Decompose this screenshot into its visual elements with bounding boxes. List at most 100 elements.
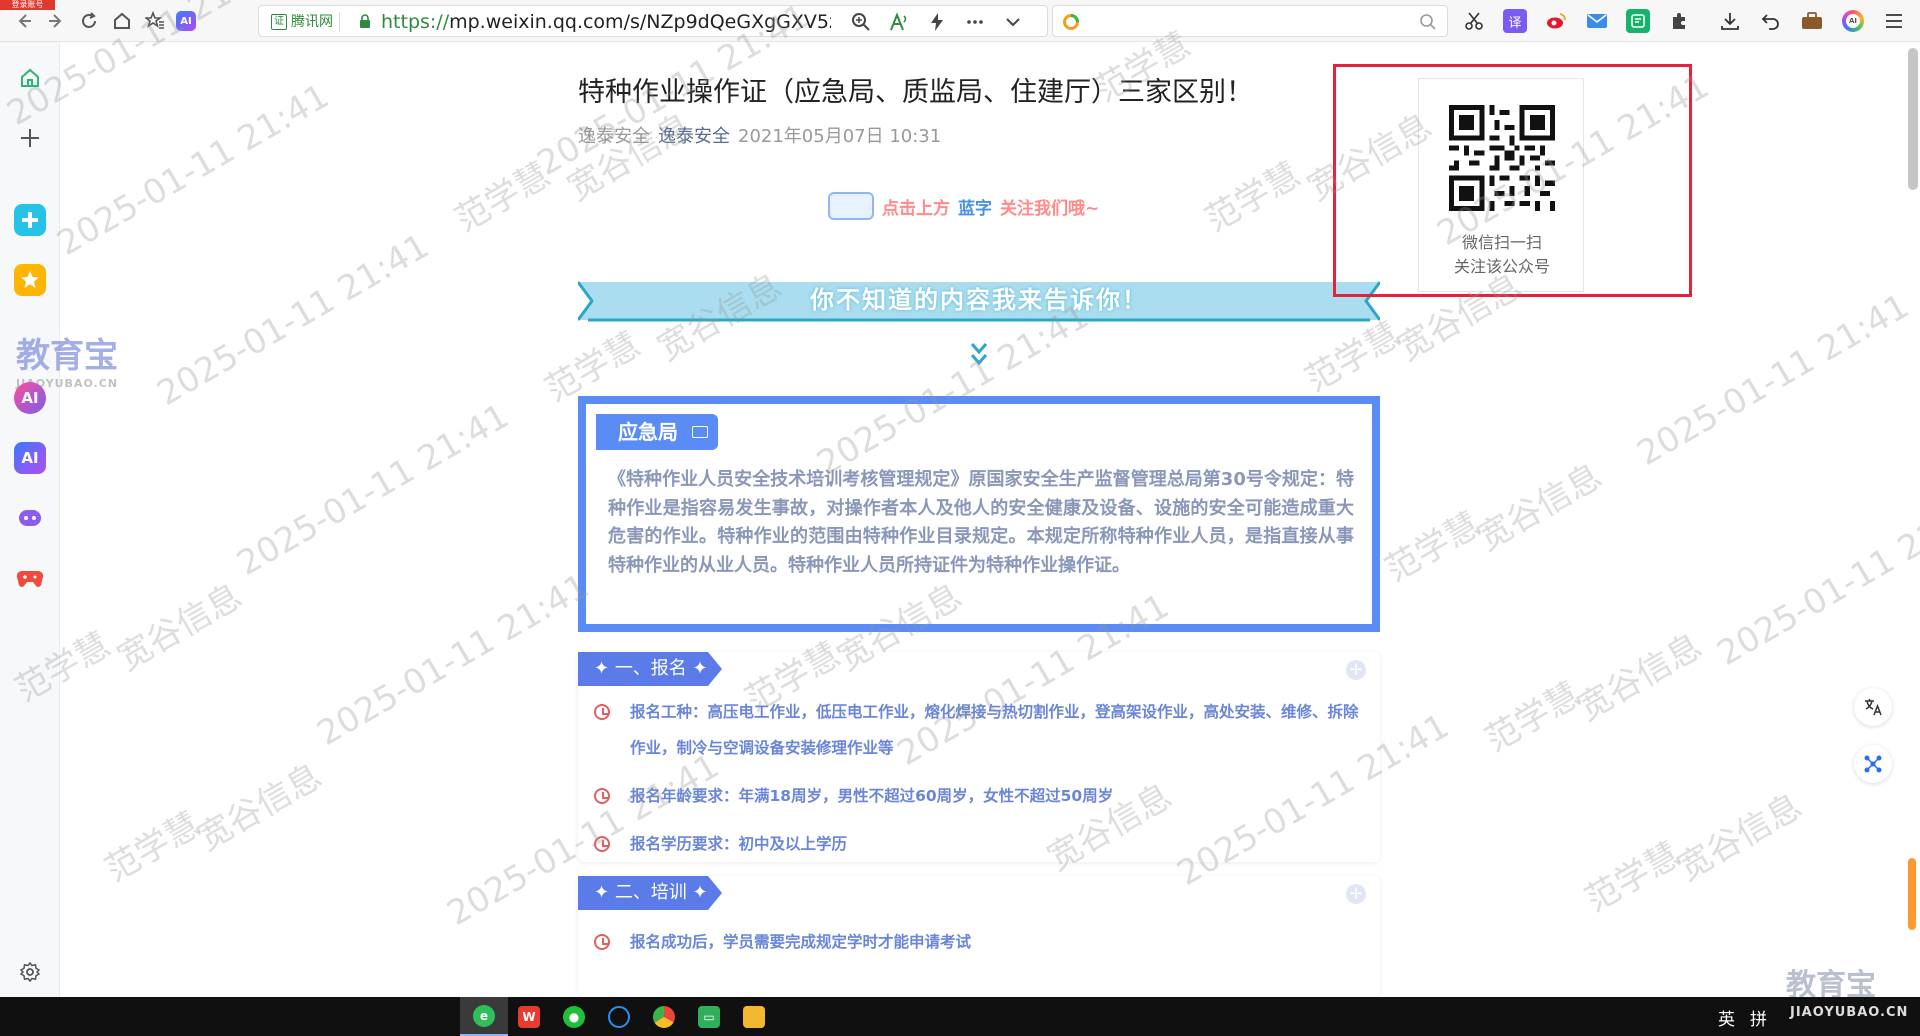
follow-text-1: 点击上方 (882, 198, 950, 219)
watermark-text: 宽谷信息 (1570, 626, 1709, 729)
sidebar-app-plus-icon[interactable] (14, 204, 46, 236)
chevron-down-icon[interactable] (1001, 10, 1025, 34)
mail-icon[interactable] (1585, 9, 1609, 33)
list-item-text: 报名工种：高压电工作业，低压电工作业，熔化焊接与热切割作业，登高架设作业，高处安… (630, 703, 1359, 757)
sidebar-star-icon[interactable] (14, 264, 46, 296)
list-item: 报名成功后，学员需要完成规定学时才能申请考试 (594, 924, 1366, 960)
notes-icon[interactable] (1626, 9, 1650, 33)
double-chevron-icon (970, 343, 988, 366)
section-tag: ✦ 二、培训 ✦ (578, 876, 722, 910)
download-icon[interactable] (1718, 9, 1742, 33)
search-icon[interactable] (1419, 13, 1437, 31)
list-item-text: 报名成功后，学员需要完成规定学时才能申请考试 (630, 933, 972, 951)
toolbox-icon[interactable] (1800, 9, 1824, 33)
article-content: 特种作业操作证（应急局、质监局、住建厅）三家区别！ 逸泰安全 逸泰安全 2021年0… (578, 42, 1380, 997)
ticket-icon (692, 426, 708, 438)
watermark-text: 范学慧 (1378, 504, 1487, 591)
sidebar-add-icon[interactable] (14, 122, 46, 154)
favorites-icon[interactable] (143, 9, 167, 33)
watermark-text: 2025-01-11 21:41 (1710, 486, 1920, 674)
ai-avatar-icon[interactable]: AI (1841, 9, 1865, 33)
sidebar-ai-square-icon[interactable]: AI (14, 442, 46, 474)
taskbar-wechat-app[interactable]: ● (550, 997, 598, 1036)
watermark-text: 2025-01-11 21:41 (1630, 286, 1916, 474)
taskbar-wps-app[interactable]: W (505, 997, 553, 1036)
plus-circle-icon[interactable]: + (1346, 884, 1366, 904)
watermark-text: 2025-01-11 21:41 (230, 396, 516, 584)
scissors-icon[interactable] (1462, 9, 1486, 33)
sidebar-ai-square-label: AI (21, 449, 39, 467)
site-badge[interactable]: 证 腾讯网 (267, 12, 340, 32)
section-training: ✦ 二、培训 ✦ + 报名成功后，学员需要完成规定学时才能申请考试 (578, 876, 1380, 997)
highlight-frame (1333, 64, 1692, 297)
ai-network-float-icon[interactable] (1854, 745, 1892, 783)
wps-icon: W (518, 1005, 540, 1028)
list-item: 报名工种：高压电工作业，低压电工作业，熔化焊接与热切割作业，登高架设作业，高处安… (594, 694, 1366, 766)
taskbar-browser-app[interactable]: e (460, 997, 508, 1036)
list-item: 报名年龄要求：年满18周岁，男性不超过60周岁，女性不超过50周岁 (594, 778, 1366, 814)
search-engine-icon[interactable] (1061, 12, 1081, 32)
undo-icon[interactable] (1759, 9, 1783, 33)
follow-prompt[interactable]: 点击上方 蓝字 关注我们哦~ (828, 192, 1099, 220)
url-path: /s/NZp9dQeGXgGXV5z4MhD (623, 11, 831, 33)
browser-app-icon: e (473, 1004, 495, 1027)
back-icon[interactable] (12, 9, 36, 33)
ai-avatar-label: AI (1846, 14, 1860, 28)
scrollbar-thumb[interactable] (1908, 48, 1918, 190)
refresh-icon[interactable] (77, 9, 101, 33)
watermark-text: 范学慧 (1478, 674, 1587, 761)
check-circle-icon (594, 836, 610, 852)
left-sidebar: 教育宝 JIAOYUBAO.CN AI AI (0, 42, 118, 997)
sidebar-ai-circle-icon[interactable]: AI (14, 382, 46, 414)
sidebar-chat-bot-icon[interactable] (14, 502, 46, 534)
box-tag: 应急局 (596, 414, 718, 450)
search-app-icon (608, 1005, 630, 1028)
sidebar-home-icon[interactable] (14, 62, 46, 94)
banner-text: 你不知道的内容我来告诉你！ (810, 286, 1148, 314)
lightning-icon[interactable] (925, 10, 949, 34)
home-icon[interactable] (110, 9, 134, 33)
tray-ime[interactable]: 拼 (1750, 1005, 1767, 1030)
more-icon[interactable] (963, 10, 987, 34)
wechat-icon: ● (563, 1005, 585, 1028)
ai-assistant-icon[interactable]: AI (174, 9, 198, 33)
read-aloud-icon[interactable] (887, 10, 911, 34)
zoom-icon[interactable] (849, 10, 873, 34)
taskbar-search-app[interactable] (595, 997, 643, 1036)
account-link[interactable]: 逸泰安全 (658, 126, 730, 147)
sidebar-game-icon[interactable] (14, 562, 46, 594)
plus-circle-icon[interactable]: + (1346, 660, 1366, 680)
box-text: 《特种作业人员安全技术培训考核管理规定》原国家安全生产监督管理总局第30号令规定… (608, 469, 1354, 576)
watermark-text: 宽谷信息 (1470, 456, 1609, 559)
list-item-text: 报名学历要求：初中及以上学历 (630, 835, 848, 853)
watermark-text: 2025-01-11 21:41 (310, 566, 596, 754)
taskbar-explorer-app[interactable] (730, 997, 778, 1036)
folder-icon (743, 1005, 765, 1028)
taskbar-screen-app[interactable]: ▭ (685, 997, 733, 1036)
watermark-text: 宽谷信息 (1670, 786, 1809, 889)
section-tag: ✦ 一、报名 ✦ (578, 652, 722, 686)
forward-icon[interactable] (44, 9, 68, 33)
certificate-icon: 证 (271, 14, 287, 30)
taskbar: e W ● ▭ 英 拼 JIAOYUBAO.CN (0, 997, 1920, 1036)
tray-language[interactable]: 英 (1718, 1005, 1735, 1030)
tray-brand-watermark: JIAOYUBAO.CN (1790, 1005, 1909, 1020)
address-bar[interactable]: 证 腾讯网 https://mp.weixin.qq.com/s/NZp9dQe… (258, 5, 1048, 37)
weibo-icon[interactable] (1544, 9, 1568, 33)
follow-text-3: 关注我们哦~ (1000, 198, 1100, 219)
lock-icon (360, 14, 370, 28)
article-author: 逸泰安全 (578, 126, 650, 147)
site-badge-label: 腾讯网 (291, 14, 333, 30)
sidebar-settings-icon[interactable] (14, 956, 46, 988)
taskbar-chrome-app[interactable] (640, 997, 688, 1036)
translate-icon[interactable]: 译 (1503, 9, 1527, 33)
extensions-icon[interactable] (1667, 9, 1691, 33)
section-tag-label: 二、培训 (614, 882, 687, 903)
check-circle-icon (594, 934, 610, 950)
search-input[interactable] (1052, 5, 1448, 37)
menu-icon[interactable] (1882, 9, 1906, 33)
monitor-icon (828, 192, 874, 220)
translate-float-icon[interactable] (1854, 688, 1892, 726)
url-text[interactable]: https://mp.weixin.qq.com/s/NZp9dQeGXgGXV… (381, 11, 831, 33)
check-circle-icon (594, 788, 610, 804)
